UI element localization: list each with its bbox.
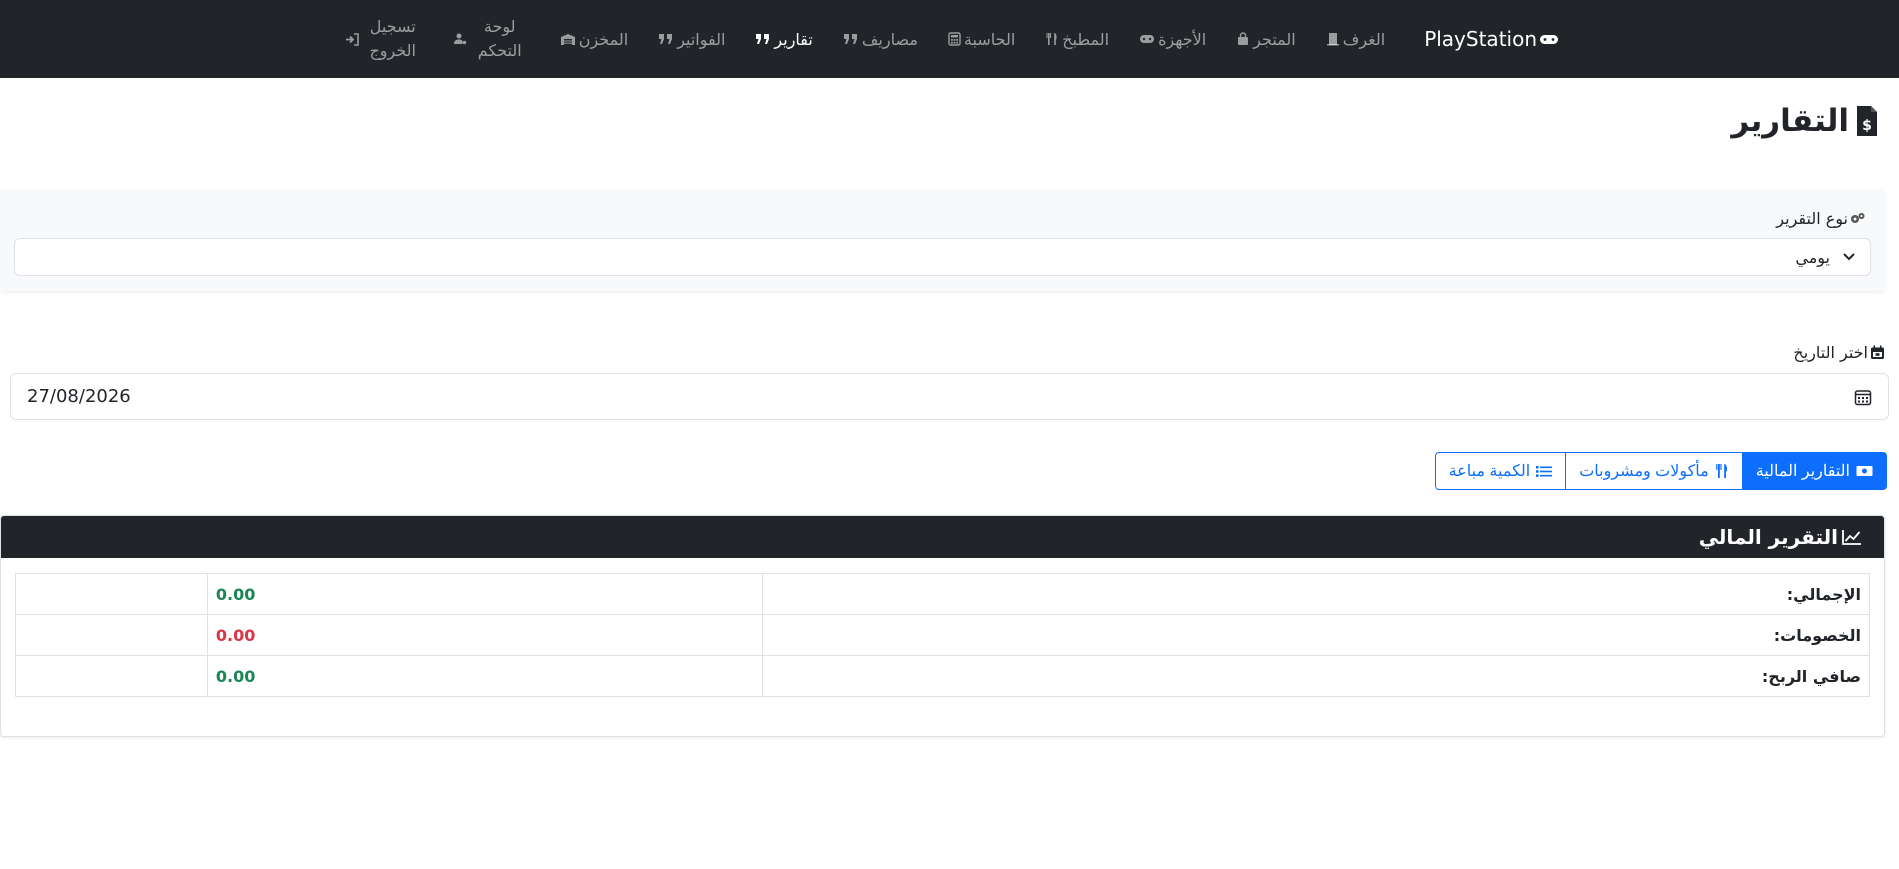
empty-cell: [15, 573, 208, 615]
total-label: الإجمالي:: [761, 573, 1871, 615]
file-invoice-dollar-icon: $: [1857, 106, 1877, 136]
chart-line-icon: [1842, 530, 1861, 545]
gamepad-icon: [1540, 35, 1558, 44]
door-icon: [1326, 33, 1339, 46]
discounts-value: 0.00: [206, 614, 763, 656]
quote-icon: [659, 34, 673, 44]
nav-dashboard[interactable]: لوحة التحكم: [438, 15, 545, 63]
financial-reports-button[interactable]: التقارير المالية: [1741, 452, 1887, 490]
quote-icon: [843, 34, 857, 44]
date-value: 27/08/2026: [27, 386, 131, 407]
discounts-label: الخصومات:: [761, 614, 1871, 656]
nav-logout-label: تسجيل الخروج: [369, 17, 416, 60]
quantity-sold-label: الكمية مباعة: [1448, 463, 1531, 480]
logout-icon: [345, 32, 359, 46]
calendar-picker-icon[interactable]: [1854, 388, 1872, 406]
food-drinks-label: مأكولات ومشروبات: [1579, 463, 1709, 480]
money-bill-icon: [1856, 466, 1873, 476]
nav-calculator-label: الحاسبة: [963, 29, 1016, 49]
gamepad-icon: [1140, 35, 1155, 43]
report-tabs: التقارير المالية مأكولات ومشروبات الكمية…: [1434, 452, 1887, 490]
brand-label: PlayStation: [1424, 27, 1537, 51]
nav-reports-label: تقارير: [774, 29, 813, 49]
net-profit-value: 0.00: [206, 655, 763, 697]
gears-icon: [1851, 213, 1865, 223]
list-icon: [1536, 465, 1553, 477]
report-type-select[interactable]: يومي: [14, 238, 1871, 276]
nav-store-label: المتجر: [1253, 29, 1296, 49]
nav-expenses-label: مصاريف: [861, 29, 918, 49]
financial-report-title: التقرير المالي: [1698, 525, 1838, 549]
food-drinks-button[interactable]: مأكولات ومشروبات: [1565, 452, 1743, 490]
page-title-text: التقارير: [1731, 103, 1849, 139]
financial-report-table: الإجمالي: 0.00 الخصومات: 0.00 صافي الربح…: [15, 573, 1871, 697]
date-label-text: اختر التاريخ: [1793, 343, 1868, 362]
report-type-selected: يومي: [1795, 247, 1830, 267]
calculator-icon: [948, 32, 961, 46]
utensils-icon: [1046, 33, 1057, 45]
net-profit-label: صافي الربح:: [761, 655, 1871, 697]
table-row: الإجمالي: 0.00: [15, 573, 1871, 615]
utensils-icon: [1715, 464, 1727, 478]
nav-expenses[interactable]: مصاريف: [828, 30, 933, 49]
report-type-card: نوع التقرير يومي: [0, 189, 1885, 291]
nav-kitchen[interactable]: المطبخ: [1030, 30, 1124, 49]
svg-text:$: $: [1862, 118, 1872, 134]
table-row: صافي الربح: 0.00: [15, 655, 1871, 697]
nav-links: PlayStation الغرف المتجر الأجهزة المطبخ …: [330, 0, 1559, 78]
nav-kitchen-label: المطبخ: [1062, 29, 1110, 49]
page-title: $ التقارير: [1731, 103, 1879, 139]
nav-rooms-label: الغرف: [1342, 29, 1386, 49]
nav-devices-label: الأجهزة: [1158, 29, 1207, 49]
report-type-label: نوع التقرير: [1776, 209, 1865, 228]
empty-cell: [15, 614, 208, 656]
brand-link[interactable]: PlayStation: [1424, 27, 1559, 51]
nav-dashboard-label: لوحة التحكم: [477, 17, 522, 60]
nav-reports[interactable]: تقارير: [740, 30, 827, 49]
nav-calculator[interactable]: الحاسبة: [933, 30, 1030, 49]
nav-invoices-label: الفواتير: [677, 29, 726, 49]
shopping-bag-icon: [1238, 32, 1249, 45]
nav-warehouse[interactable]: المخزن: [545, 30, 643, 49]
financial-report-header: التقرير المالي: [1, 516, 1884, 558]
quote-icon: [756, 34, 770, 44]
quantity-sold-button[interactable]: الكمية مباعة: [1434, 452, 1567, 490]
empty-cell: [15, 655, 208, 697]
user-gear-icon: [453, 33, 467, 45]
total-value: 0.00: [206, 573, 763, 615]
nav-store[interactable]: المتجر: [1221, 30, 1311, 49]
nav-logout[interactable]: تسجيل الخروج: [330, 15, 438, 63]
date-input[interactable]: 27/08/2026: [10, 373, 1889, 420]
financial-reports-label: التقارير المالية: [1755, 463, 1850, 480]
table-row: الخصومات: 0.00: [15, 614, 1871, 656]
nav-rooms[interactable]: الغرف: [1311, 30, 1400, 49]
report-type-label-text: نوع التقرير: [1776, 209, 1848, 228]
calendar-icon: [1871, 345, 1884, 359]
top-navbar: PlayStation الغرف المتجر الأجهزة المطبخ …: [0, 0, 1899, 78]
date-label: اختر التاريخ: [1793, 343, 1885, 362]
nav-devices[interactable]: الأجهزة: [1124, 30, 1221, 49]
financial-report-card: التقرير المالي الإجمالي: 0.00 الخصومات: …: [0, 515, 1885, 737]
warehouse-icon: [560, 33, 575, 45]
chevron-down-icon: [1843, 253, 1855, 261]
nav-warehouse-label: المخزن: [578, 29, 629, 49]
nav-invoices[interactable]: الفواتير: [643, 30, 740, 49]
